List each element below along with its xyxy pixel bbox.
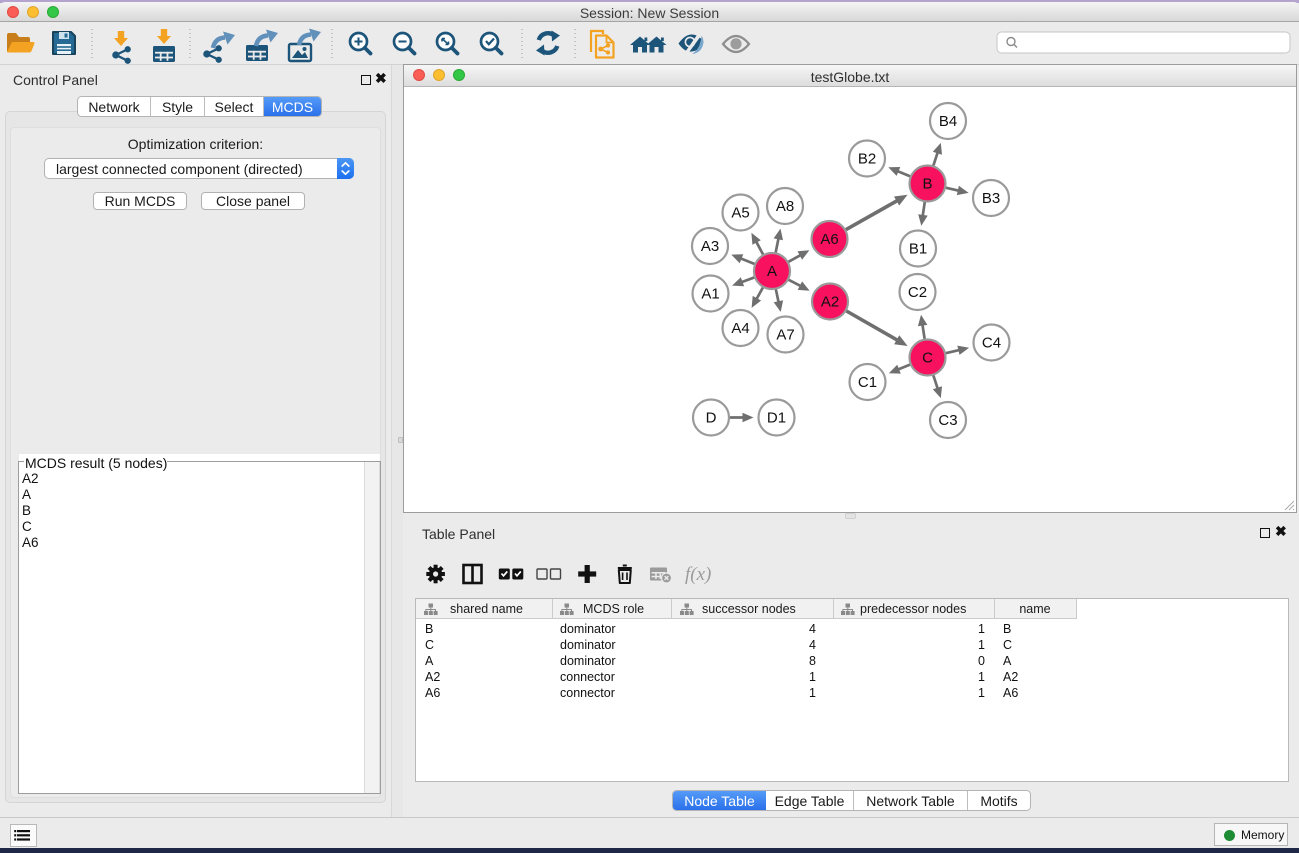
svg-text:B: B [922, 176, 932, 193]
svg-text:A7: A7 [776, 327, 794, 344]
svg-text:B3: B3 [982, 190, 1000, 207]
svg-text:A4: A4 [731, 320, 749, 337]
svg-text:D: D [706, 410, 717, 427]
svg-text:D1: D1 [767, 410, 786, 427]
svg-text:f(x): f(x) [685, 564, 711, 585]
svg-text:B4: B4 [939, 113, 957, 130]
svg-text:A5: A5 [731, 205, 749, 222]
svg-text:A: A [767, 263, 777, 280]
svg-text:C1: C1 [858, 374, 877, 391]
svg-text:C: C [922, 350, 933, 367]
svg-text:B2: B2 [858, 151, 876, 168]
svg-text:B1: B1 [909, 241, 927, 258]
svg-text:A6: A6 [820, 231, 838, 248]
svg-text:A3: A3 [701, 238, 719, 255]
svg-text:A1: A1 [701, 286, 719, 303]
svg-text:A2: A2 [821, 294, 839, 311]
svg-text:C3: C3 [938, 412, 957, 429]
svg-text:A8: A8 [776, 198, 794, 215]
svg-text:C2: C2 [908, 284, 927, 301]
svg-text:C4: C4 [982, 335, 1001, 352]
